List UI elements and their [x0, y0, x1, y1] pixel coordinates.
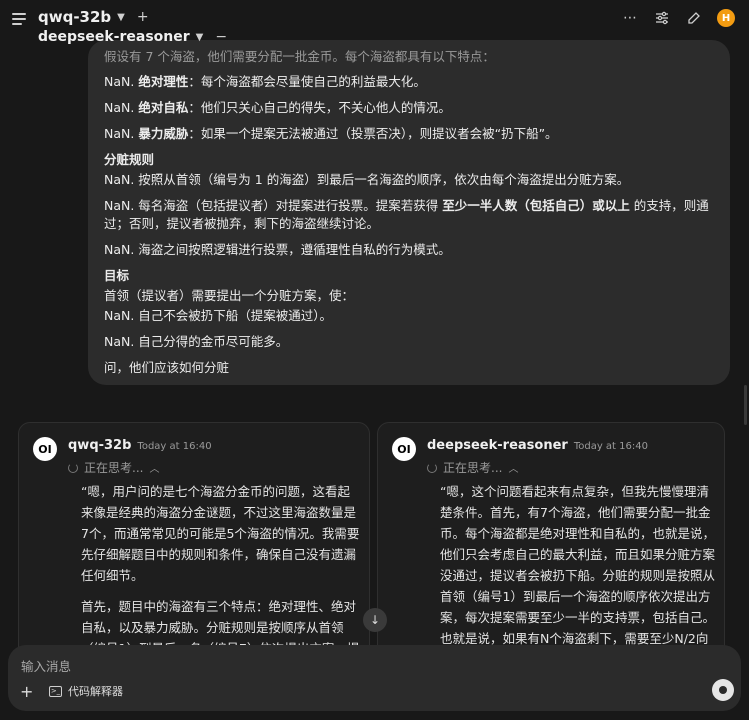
add-attachment-icon[interactable]: +: [20, 682, 33, 701]
response-panel-deepseek: OI deepseek-reasoner Today at 16:40 正在思考…: [377, 422, 725, 682]
thinking-status: 正在思考...: [443, 461, 503, 475]
thinking-toggle[interactable]: 正在思考... ︿: [427, 459, 518, 476]
thinking-status: 正在思考...: [84, 461, 144, 475]
top-actions: ⋯ H: [621, 9, 735, 27]
rule-item: NaN. 海盗之间按照逻辑进行投票，遵循理性自私的行为模式。: [104, 242, 451, 257]
chevron-down-icon[interactable]: ▼: [117, 12, 125, 23]
remove-model-icon[interactable]: −: [215, 29, 227, 45]
message-composer: 输入消息 + >_ 代码解释器: [8, 645, 741, 711]
model-logo-icon: OI: [33, 437, 57, 461]
new-chat-icon[interactable]: [685, 9, 703, 27]
user-message-bubble: 假设有 7 个海盗，他们需要分配一批金币。每个海盗都具有以下特点： NaN. 绝…: [88, 40, 730, 385]
voice-mode-button[interactable]: [712, 679, 734, 701]
response-panel-qwq: OI qwq-32b Today at 16:40 正在思考... ︿ “嗯，用…: [18, 422, 370, 682]
response-model-name: deepseek-reasoner: [427, 438, 568, 453]
thinking-toggle[interactable]: 正在思考... ︿: [68, 459, 159, 476]
controls-icon[interactable]: [653, 9, 671, 27]
rules-heading: 分赃规则: [104, 152, 155, 167]
scrollbar-thumb[interactable]: [744, 385, 747, 425]
response-paragraph: “嗯，用户问的是七个海盗分金币的问题，这看起来像是经典的海盗分金谜题，不过这里海…: [81, 484, 360, 583]
model-name-primary: qwq-32b: [38, 8, 112, 26]
rule-item: NaN. 按照从首领（编号为 1 的海盗）到最后一名海盗的顺序，依次由每个海盗提…: [104, 172, 630, 187]
trait-item: NaN. 绝对自私：他们只关心自己的得失，不关心他人的情况。: [104, 100, 451, 115]
trait-item: NaN. 暴力威胁：如果一个提案无法被通过（投票否决），则提议者会被“扔下船”。: [104, 126, 558, 141]
goal-heading: 目标: [104, 268, 130, 283]
user-avatar[interactable]: H: [717, 9, 735, 27]
goal-item: NaN. 自己分得的金币尽可能多。: [104, 334, 289, 349]
response-timestamp: Today at 16:40: [573, 441, 648, 452]
response-model-name: qwq-32b: [68, 438, 132, 453]
tool-label: 代码解释器: [68, 685, 123, 698]
rule-item: NaN. 每名海盗（包括提议者）对提案进行投票。提案若获得 至少一半人数（包括自…: [104, 198, 709, 231]
response-paragraph: “嗯，这个问题看起来有点复杂，但我先慢慢理清楚条件。首先，有7个海盗，他们需要分…: [440, 484, 716, 667]
code-interpreter-toggle[interactable]: >_ 代码解释器: [49, 683, 123, 699]
menu-icon[interactable]: [12, 10, 30, 28]
intro-text: 假设有 7 个海盗，他们需要分配一批金币。每个海盗都具有以下特点：: [104, 49, 495, 64]
chevron-up-icon[interactable]: ︿: [149, 460, 159, 475]
goal-intro: 首领（提议者）需要提出一个分赃方案，使：: [104, 288, 355, 303]
spinner-icon: [68, 462, 78, 473]
goal-item: NaN. 自己不会被扔下船（提案被通过）。: [104, 308, 333, 323]
trait-item: NaN. 绝对理性：每个海盗都会尽量使自己的利益最大化。: [104, 74, 426, 89]
model-selector-secondary[interactable]: deepseek-reasoner ▼ −: [38, 29, 227, 45]
terminal-icon: >_: [49, 685, 62, 697]
top-bar: qwq-32b ▼ + deepseek-reasoner ▼ − ⋯ H: [0, 0, 749, 48]
scroll-down-button[interactable]: ↓: [363, 608, 387, 632]
chat-app: qwq-32b ▼ + deepseek-reasoner ▼ − ⋯ H 假设…: [0, 0, 749, 720]
model-selector-primary[interactable]: qwq-32b ▼ +: [38, 8, 149, 26]
more-options-icon[interactable]: ⋯: [621, 9, 639, 27]
voice-icon: [719, 686, 727, 694]
message-input[interactable]: 输入消息: [21, 656, 71, 675]
chevron-up-icon[interactable]: ︿: [508, 460, 518, 475]
chevron-down-icon[interactable]: ▼: [196, 32, 204, 43]
response-header: deepseek-reasoner Today at 16:40: [427, 438, 648, 453]
model-name-secondary: deepseek-reasoner: [38, 29, 190, 45]
response-timestamp: Today at 16:40: [137, 441, 212, 452]
response-header: qwq-32b Today at 16:40: [68, 438, 212, 453]
model-logo-icon: OI: [392, 437, 416, 461]
add-model-icon[interactable]: +: [137, 9, 149, 25]
spinner-icon: [427, 462, 437, 473]
question-text: 问，他们应该如何分赃: [104, 360, 230, 375]
